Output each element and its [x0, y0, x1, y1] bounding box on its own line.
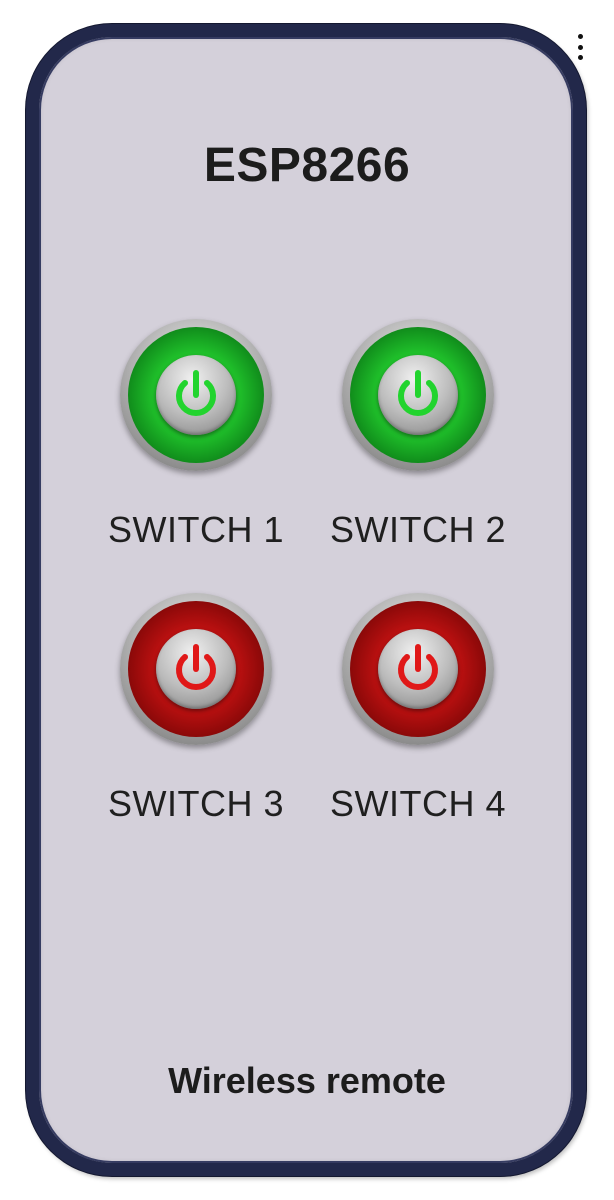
menu-dot	[577, 34, 583, 39]
power-icon	[176, 644, 216, 690]
button-cap	[156, 629, 236, 709]
footer-caption: Wireless remote	[168, 1060, 446, 1101]
button-cap	[378, 629, 458, 709]
switch-4-button[interactable]	[342, 593, 494, 745]
switch-1-button[interactable]	[120, 319, 272, 471]
switch-1: SWITCH 1	[101, 319, 291, 551]
page: ESP8266 SWITCH 1 SWITCH 2 SWITCH 3 SWITC…	[0, 0, 614, 1200]
switch-1-label: SWITCH 1	[107, 509, 284, 550]
switch-2-label: SWITCH 2	[329, 509, 506, 550]
button-cap	[378, 355, 458, 435]
switch-3-label: SWITCH 3	[107, 783, 284, 824]
power-icon	[398, 644, 438, 690]
more-vertical-icon[interactable]	[576, 34, 584, 60]
menu-dot	[577, 55, 583, 60]
menu-dot	[577, 44, 583, 50]
switch-4: SWITCH 4	[323, 593, 513, 825]
power-icon	[398, 370, 438, 416]
switch-2: SWITCH 2	[323, 319, 513, 551]
switch-3: SWITCH 3	[101, 593, 291, 825]
switch-4-label: SWITCH 4	[329, 783, 506, 824]
power-icon	[176, 370, 216, 416]
app-title: ESP8266	[203, 139, 411, 192]
button-cap	[156, 355, 236, 435]
switch-2-button[interactable]	[342, 319, 494, 471]
switch-3-button[interactable]	[120, 593, 272, 745]
